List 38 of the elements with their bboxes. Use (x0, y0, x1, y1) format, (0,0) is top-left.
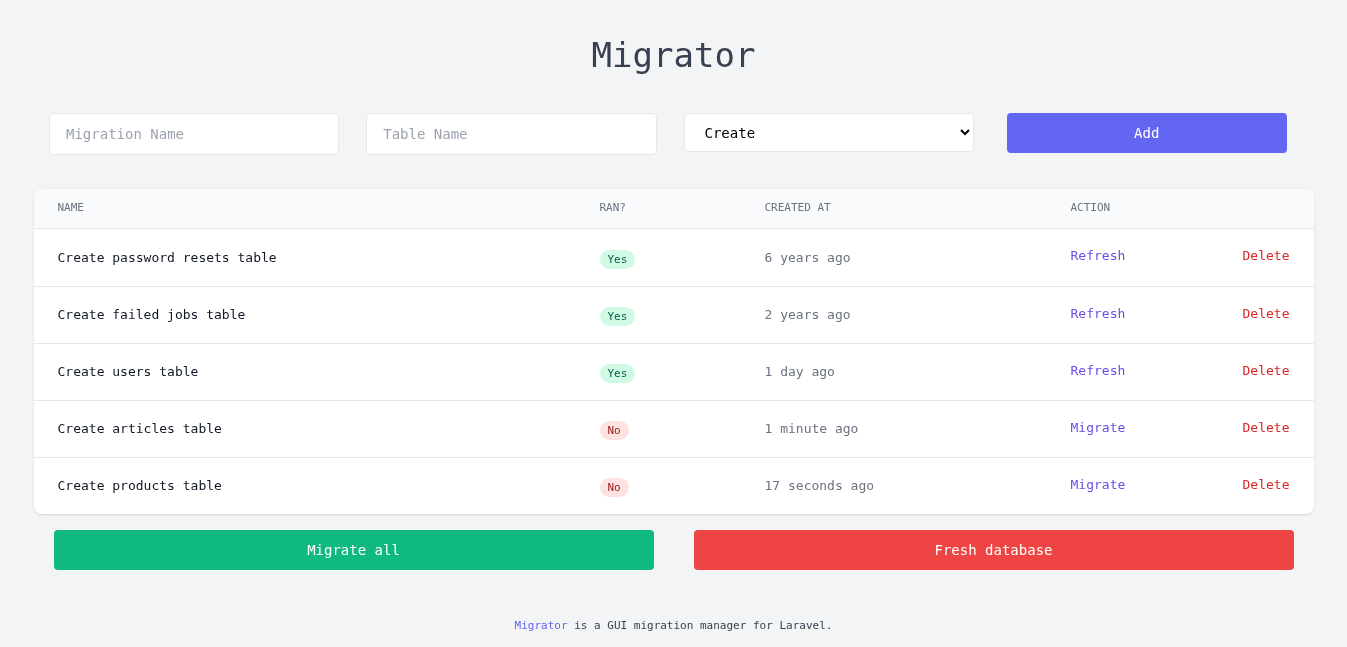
action-link[interactable]: Migrate (1070, 417, 1126, 438)
action-link[interactable]: Migrate (1070, 474, 1126, 495)
ran-badge: Yes (599, 364, 636, 383)
migrator-link[interactable]: Migrator (514, 619, 568, 632)
ran-badge: Yes (599, 307, 636, 326)
migration-name-field[interactable]: Migration Name (49, 113, 340, 155)
table-name-field[interactable]: Table Name (366, 113, 657, 155)
column-header: ACTION (1070, 200, 1111, 217)
migration-name: Create articles table (57, 420, 222, 439)
footer-text: Migrator is a GUI migration manager for Laravel. (514, 618, 833, 634)
type-select[interactable]: Create (683, 113, 974, 152)
action-link[interactable]: Refresh (1070, 303, 1126, 324)
delete-link[interactable]: Delete (1242, 246, 1290, 266)
created-at: 6 years ago (764, 248, 851, 267)
fresh-database-button[interactable]: Fresh database (693, 530, 1294, 570)
add-button[interactable]: Add (1006, 113, 1287, 153)
created-at: 1 day ago (764, 363, 835, 382)
action-link[interactable]: Refresh (1070, 246, 1126, 266)
migration-name: Create users table (57, 363, 199, 382)
ran-badge: Yes (599, 249, 636, 269)
migration-name: Create password resets table (57, 248, 277, 267)
action-link[interactable]: Refresh (1070, 360, 1126, 381)
ran-badge: No (599, 478, 629, 497)
page-title: Migrator (591, 34, 756, 76)
column-header: RAN? (599, 200, 626, 217)
delete-link[interactable]: Delete (1242, 360, 1290, 381)
delete-link[interactable]: Delete (1242, 303, 1290, 324)
migrate-all-button[interactable]: Migrate all (53, 530, 654, 570)
delete-link[interactable]: Delete (1242, 417, 1290, 438)
delete-link[interactable]: Delete (1242, 474, 1290, 495)
created-at: 2 years ago (764, 306, 851, 325)
migration-name: Create products table (57, 477, 222, 496)
migration-name: Create failed jobs table (57, 306, 246, 325)
ran-badge: No (599, 421, 629, 440)
column-header: NAME (57, 200, 84, 217)
column-header: CREATED AT (764, 200, 831, 217)
created-at: 17 seconds ago (764, 477, 875, 496)
created-at: 1 minute ago (764, 420, 859, 439)
